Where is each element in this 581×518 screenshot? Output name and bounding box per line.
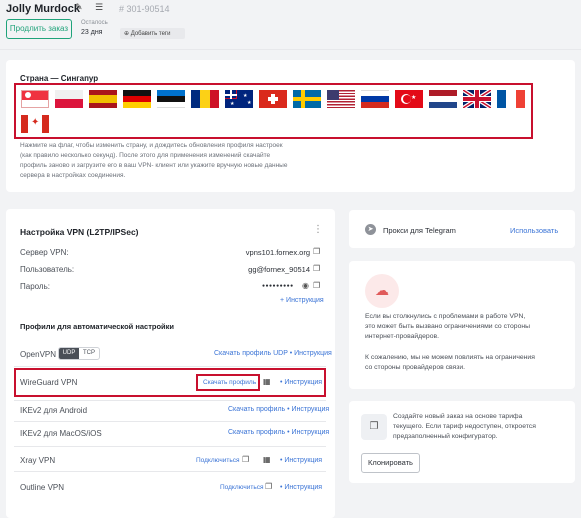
cloud-alert-icon: ☁ xyxy=(365,274,399,308)
udp-option[interactable]: UDP xyxy=(59,348,79,359)
outline-label: Outline VPN xyxy=(20,483,65,492)
notice-line: это может быть вызвано ограничениями со … xyxy=(365,323,531,330)
flag-germany[interactable] xyxy=(123,90,151,108)
qr-code-icon[interactable]: ▦ xyxy=(263,455,271,464)
add-tags-button[interactable]: ⊕ Добавить теги xyxy=(120,28,185,39)
tcp-option[interactable]: TCP xyxy=(79,348,99,359)
flag-spain[interactable] xyxy=(89,90,117,108)
renew-button[interactable]: Продлить заказ xyxy=(6,19,72,39)
notice-text-2: К сожалению, мы не можем повлиять на огр… xyxy=(365,353,535,373)
clone-button-label: Клонировать xyxy=(368,458,413,467)
protocol-toggle: UDP TCP xyxy=(58,347,100,360)
hint-line: профиль заново и загрузите его в ваш VPN… xyxy=(20,162,288,169)
outline-connect-link[interactable]: Подключиться xyxy=(220,484,264,491)
country-title: Страна — Сингапур xyxy=(20,74,99,83)
xray-label: Xray VPN xyxy=(20,456,56,465)
notice-line: К сожалению, мы не можем повлиять на огр… xyxy=(365,354,535,361)
flag-estonia[interactable] xyxy=(157,90,185,108)
ikev2-android-link[interactable]: Скачать профиль • Инструкция xyxy=(228,406,329,413)
list-icon[interactable]: ☰ xyxy=(95,3,103,13)
header-divider xyxy=(0,49,581,50)
clone-button[interactable]: Клонировать xyxy=(361,453,420,473)
add-tags-label: Добавить теги xyxy=(130,31,171,37)
ikev2-mac-label: IKEv2 для MacOS/iOS xyxy=(20,429,102,438)
row-divider xyxy=(14,366,326,367)
row-divider xyxy=(14,446,326,447)
wg-download-link[interactable]: Скачать профиль xyxy=(203,379,256,386)
openvpn-label: OpenVPN xyxy=(20,350,57,359)
row-divider xyxy=(14,471,326,472)
xray-connect-link[interactable]: Подключиться xyxy=(196,457,240,464)
country-hint: Нажмите на флаг, чтобы изменить страну, … xyxy=(20,141,287,181)
clone-line: предзаполненный конфигуратор. xyxy=(393,433,498,440)
order-title: Jolly Murdock xyxy=(6,3,80,15)
order-id: # 301-90514 xyxy=(119,4,170,14)
copy-icon[interactable]: ❐ xyxy=(313,247,320,256)
row-divider xyxy=(14,421,326,422)
flag-poland[interactable] xyxy=(55,90,83,108)
flag-australia[interactable]: ★ ★ ★ xyxy=(225,90,253,108)
wg-instruction-link[interactable]: • Инструкция xyxy=(280,379,322,386)
password-label: Пароль: xyxy=(20,282,50,291)
ikev2-android-label: IKEv2 для Android xyxy=(20,406,88,415)
server-label: Сервер VPN: xyxy=(20,248,69,257)
copy-icon[interactable]: ❐ xyxy=(242,455,249,464)
flag-romania[interactable] xyxy=(191,90,219,108)
edit-icon[interactable]: ✎ xyxy=(75,3,83,13)
ikev2-mac-link[interactable]: Скачать профиль • Инструкция xyxy=(228,429,329,436)
copy-icon[interactable]: ❐ xyxy=(313,281,320,290)
clone-line: текущего. Если тариф недоступен, откроет… xyxy=(393,423,536,430)
telegram-use-link[interactable]: Использовать xyxy=(510,226,558,235)
xray-instruction-link[interactable]: • Инструкция xyxy=(280,457,322,464)
remaining-value: 23 дня xyxy=(81,29,103,36)
openvpn-download-link[interactable]: Скачать профиль UDP • Инструкция xyxy=(214,350,332,357)
profiles-title: Профили для автоматической настройки xyxy=(20,322,175,331)
flag-canada[interactable]: ✦ xyxy=(21,115,49,133)
telegram-icon: ➤ xyxy=(365,224,376,235)
flag-russia[interactable] xyxy=(361,90,389,108)
clone-icon: ❐ xyxy=(361,414,387,440)
renew-button-label: Продлить заказ xyxy=(9,24,69,33)
flag-singapore[interactable] xyxy=(21,90,49,108)
instructions-link[interactable]: + Инструкция xyxy=(280,297,324,304)
notice-text-1: Если вы столкнулись с проблемами в работ… xyxy=(365,312,530,342)
flag-switzerland[interactable] xyxy=(259,90,287,108)
flag-netherlands[interactable] xyxy=(429,90,457,108)
password-value: ●●●●●●●●● xyxy=(262,283,294,289)
user-label: Пользователь: xyxy=(20,265,75,274)
row-divider xyxy=(14,400,326,401)
more-icon[interactable]: ⋮ xyxy=(313,224,323,235)
flag-usa[interactable] xyxy=(327,90,355,108)
eye-icon[interactable]: ◉ xyxy=(302,281,309,290)
clone-text: Создайте новый заказ на основе тарифа те… xyxy=(393,412,536,442)
notice-line: интернет-провайдеров. xyxy=(365,333,439,340)
notice-line: Если вы столкнулись с проблемами в работ… xyxy=(365,313,526,320)
flag-turkey[interactable]: ★ xyxy=(395,90,423,108)
flag-sweden[interactable] xyxy=(293,90,321,108)
hint-line: сервера в настройках соединения. xyxy=(20,172,126,179)
flag-uk[interactable] xyxy=(463,90,491,108)
server-value: vpns101.fornex.org xyxy=(245,248,310,257)
hint-line: (как правило несколько секунд). После эт… xyxy=(20,152,271,159)
outline-instruction-link[interactable]: • Инструкция xyxy=(280,484,322,491)
clone-line: Создайте новый заказ на основе тарифа xyxy=(393,413,523,420)
telegram-title: Прокси для Telegram xyxy=(383,226,456,235)
copy-icon[interactable]: ❐ xyxy=(265,482,272,491)
notice-line: со стороны провайдеров связи. xyxy=(365,364,466,371)
plus-icon: ⊕ xyxy=(124,30,130,37)
flag-france[interactable] xyxy=(497,90,525,108)
user-value: gg@fornex_90514 xyxy=(248,265,310,274)
wireguard-label: WireGuard VPN xyxy=(20,378,78,387)
remaining-label: Осталось xyxy=(81,20,108,26)
hint-line: Нажмите на флаг, чтобы изменить страну, … xyxy=(20,142,283,149)
copy-icon[interactable]: ❐ xyxy=(313,264,320,273)
vpn-title: Настройка VPN (L2TP/IPSec) xyxy=(20,227,139,237)
qr-code-icon[interactable]: ▦ xyxy=(263,377,271,386)
